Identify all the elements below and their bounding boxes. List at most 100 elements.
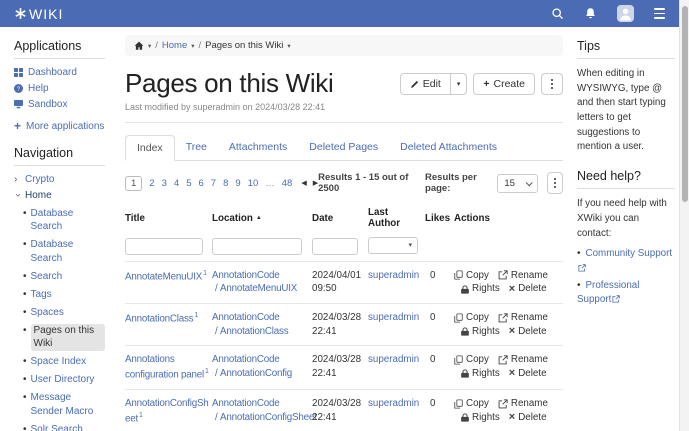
nav-child-item[interactable]: • Tags <box>23 288 105 302</box>
author-link[interactable]: superadmin <box>368 270 419 281</box>
search-icon[interactable] <box>551 7 564 20</box>
location-page-link[interactable]: AnnotateMenuUIX <box>212 282 309 296</box>
rename-action[interactable]: Rename <box>498 269 548 283</box>
copy-action[interactable]: Copy <box>454 397 489 411</box>
nav-child-item[interactable]: • Space Index <box>23 355 105 369</box>
title-filter-input[interactable] <box>125 238 203 255</box>
column-header-title[interactable]: Title <box>125 207 209 229</box>
copy-action[interactable]: Copy <box>454 269 489 283</box>
more-actions-button[interactable] <box>541 73 563 95</box>
actions-cell: Copy Rename <box>454 397 563 426</box>
page-title-link[interactable]: AnnotationClass <box>125 313 193 324</box>
column-header-last-author[interactable]: Last Author <box>368 207 422 229</box>
column-header-location[interactable]: Location ▲ <box>212 207 309 229</box>
previous-page-icon[interactable]: ◀ <box>301 179 306 187</box>
rename-action[interactable]: Rename <box>498 397 548 411</box>
nav-child-link: Solr Search <box>31 423 83 431</box>
home-icon[interactable] <box>134 41 144 51</box>
column-header-date[interactable]: Date <box>312 207 365 229</box>
location-space-link[interactable]: AnnotationCode <box>212 269 309 283</box>
per-page-select[interactable]: 15 <box>497 174 538 193</box>
delete-action[interactable]: × Delete <box>509 367 547 381</box>
more-applications-link[interactable]: + More applications <box>14 120 105 132</box>
support-link[interactable]: Professional Support <box>577 280 639 306</box>
nav-child-item[interactable]: • Message Sender Macro <box>23 391 105 418</box>
rename-action[interactable]: Rename <box>498 311 548 325</box>
table-options-button[interactable] <box>547 172 563 194</box>
scrollbar-thumb[interactable] <box>682 6 688 202</box>
caret-down-icon[interactable]: ▾ <box>148 42 151 50</box>
nav-child-item[interactable]: • Database Search <box>23 207 105 234</box>
support-link[interactable]: Community Support <box>586 248 673 259</box>
rights-action[interactable]: Rights <box>461 367 500 381</box>
author-filter-select[interactable]: ▾ <box>368 237 418 254</box>
page-number[interactable]: 1 <box>125 176 142 191</box>
caret-down-icon[interactable]: ▾ <box>191 42 194 50</box>
menu-hamburger-icon[interactable] <box>654 8 665 18</box>
user-avatar[interactable] <box>617 5 634 22</box>
delete-action[interactable]: × Delete <box>509 282 547 296</box>
tab-index[interactable]: Index <box>125 135 175 161</box>
rights-action[interactable]: Rights <box>461 411 500 425</box>
tab-deleted-pages[interactable]: Deleted Pages <box>298 135 389 160</box>
caret-down-icon[interactable]: ▾ <box>287 42 290 50</box>
chevron-down-icon[interactable]: › <box>12 194 24 201</box>
location-page-link[interactable]: AnnotationConfig <box>212 367 309 381</box>
sidebar-item-sandbox[interactable]: Sandbox <box>14 99 105 110</box>
page-number[interactable]: 4 <box>174 178 179 189</box>
notifications-bell-icon[interactable] <box>584 7 597 20</box>
copy-action[interactable]: Copy <box>454 353 489 367</box>
nav-child-item[interactable]: • Database Search <box>23 238 105 265</box>
nav-child-item[interactable]: • Spaces <box>23 306 105 320</box>
author-link[interactable]: superadmin <box>368 398 419 409</box>
tab-deleted-attachments[interactable]: Deleted Attachments <box>389 135 508 160</box>
page-number[interactable]: 8 <box>223 178 228 189</box>
page-number[interactable]: 6 <box>198 178 203 189</box>
page-title-link[interactable]: AnnotateMenuUIX <box>125 271 202 282</box>
chevron-right-icon[interactable]: › <box>14 174 21 186</box>
location-page-link[interactable]: AnnotationClass <box>212 325 309 339</box>
nav-child-item[interactable]: • Pages on this Wiki <box>23 324 105 351</box>
page-title-link[interactable]: AnnotationConfigSheet <box>125 398 209 424</box>
nav-node-home[interactable]: › Home <box>14 190 105 202</box>
page-number[interactable]: 2 <box>149 178 154 189</box>
edit-button[interactable]: Edit <box>400 73 451 95</box>
author-link[interactable]: superadmin <box>368 354 419 365</box>
page-number[interactable]: 10 <box>248 178 259 189</box>
create-button[interactable]: + Create <box>473 73 535 95</box>
location-filter-input[interactable] <box>212 238 302 255</box>
rights-action[interactable]: Rights <box>461 282 500 296</box>
xwiki-logo[interactable]: WIKI <box>14 6 63 22</box>
sidebar-item-dashboard[interactable]: Dashboard <box>14 67 105 78</box>
breadcrumb-home-link[interactable]: Home <box>162 40 187 51</box>
page-number[interactable]: 48 <box>282 178 293 189</box>
nav-child-item[interactable]: • Search <box>23 270 105 284</box>
page-number[interactable]: 3 <box>162 178 167 189</box>
delete-action[interactable]: × Delete <box>509 325 547 339</box>
page-scrollbar[interactable] <box>679 0 689 431</box>
nav-child-item[interactable]: • Solr Search <box>23 423 105 431</box>
column-header-likes[interactable]: Likes <box>425 207 451 229</box>
tab-attachments[interactable]: Attachments <box>218 135 298 160</box>
rights-action[interactable]: Rights <box>461 325 500 339</box>
location-space-link[interactable]: AnnotationCode <box>212 311 309 325</box>
delete-action[interactable]: × Delete <box>509 411 547 425</box>
tab-tree[interactable]: Tree <box>175 135 218 160</box>
location-page-link[interactable]: AnnotationConfigSheet <box>212 411 309 425</box>
location-space-link[interactable]: AnnotationCode <box>212 397 309 411</box>
sidebar-item-help[interactable]: ? Help <box>14 83 105 94</box>
date-filter-input[interactable] <box>312 238 358 255</box>
page-number[interactable]: 7 <box>211 178 216 189</box>
edit-dropdown-button[interactable]: ▾ <box>451 73 468 95</box>
copy-action[interactable]: Copy <box>454 311 489 325</box>
location-space-link[interactable]: AnnotationCode <box>212 353 309 367</box>
page-title-link[interactable]: Annotations configuration panel <box>125 354 204 380</box>
page-number[interactable]: 5 <box>186 178 191 189</box>
author-link[interactable]: superadmin <box>368 312 419 323</box>
page-number[interactable]: 9 <box>235 178 240 189</box>
nav-child-item[interactable]: • User Directory <box>23 373 105 387</box>
rename-action[interactable]: Rename <box>498 353 548 367</box>
home-children-list: • Database Search • Database Search • Se… <box>14 207 105 431</box>
page-number[interactable]: … <box>265 178 275 189</box>
nav-node-crypto[interactable]: › Crypto <box>14 174 105 186</box>
